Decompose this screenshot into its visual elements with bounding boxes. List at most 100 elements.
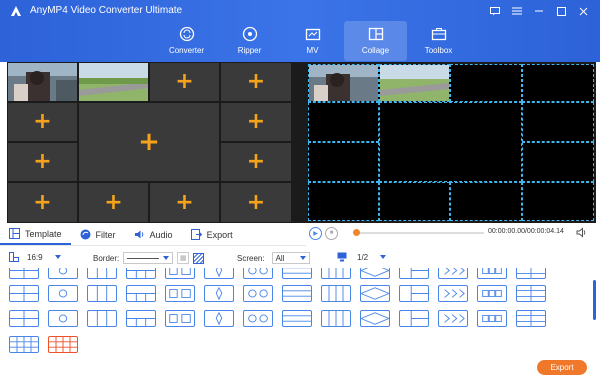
preview-slot <box>379 182 450 221</box>
photo-slot-1[interactable] <box>7 62 78 102</box>
preview-slot <box>450 64 522 102</box>
empty-slot[interactable]: + <box>7 182 78 223</box>
empty-slot[interactable]: + <box>78 102 220 182</box>
empty-slot[interactable]: + <box>149 182 220 223</box>
template-thumbnail[interactable] <box>243 285 273 302</box>
template-thumbnail[interactable] <box>516 310 546 327</box>
empty-slot[interactable]: + <box>78 182 149 223</box>
preview-slot <box>522 102 594 142</box>
template-thumbnail[interactable] <box>9 336 39 353</box>
export-icon <box>190 229 202 240</box>
stop-button[interactable]: ■ <box>325 226 338 240</box>
minimize-icon[interactable] <box>528 3 550 19</box>
template-thumbnail[interactable] <box>477 310 507 327</box>
line-style-preview <box>127 257 160 259</box>
empty-slot[interactable]: + <box>149 62 220 102</box>
page-select[interactable]: 1/2 <box>337 252 387 262</box>
template-thumbnail[interactable] <box>321 310 351 327</box>
empty-slot[interactable]: + <box>7 102 78 142</box>
template-thumbnail[interactable] <box>165 268 195 279</box>
empty-slot[interactable]: + <box>220 142 292 182</box>
template-thumbnail[interactable] <box>126 285 156 302</box>
converter-icon <box>179 26 194 42</box>
nav-converter[interactable]: Converter <box>155 21 218 61</box>
template-thumbnail[interactable] <box>282 268 312 279</box>
template-thumbnail[interactable] <box>399 310 429 327</box>
template-thumbnail[interactable] <box>438 285 468 302</box>
template-thumbnail[interactable] <box>516 268 546 279</box>
seek-knob[interactable] <box>353 229 360 236</box>
ripper-icon <box>242 26 257 42</box>
template-thumbnail[interactable] <box>204 285 234 302</box>
maximize-icon[interactable] <box>550 3 572 19</box>
aspect-ratio-select[interactable]: 16:9 <box>9 252 61 262</box>
template-thumbnail[interactable] <box>282 285 312 302</box>
tab-audio[interactable]: Audio <box>125 224 182 245</box>
border-style-select[interactable] <box>123 252 174 264</box>
template-thumbnail[interactable] <box>9 268 39 279</box>
empty-slot[interactable]: + <box>220 62 292 102</box>
chevron-down-icon <box>163 256 170 260</box>
template-thumbnail[interactable] <box>87 310 117 327</box>
menu-icon[interactable] <box>506 3 528 19</box>
feedback-icon[interactable] <box>484 3 506 19</box>
template-thumbnail[interactable] <box>126 268 156 279</box>
template-thumbnail[interactable] <box>321 285 351 302</box>
template-thumbnail[interactable] <box>438 310 468 327</box>
template-thumbnail[interactable] <box>516 285 546 302</box>
pattern-icon[interactable] <box>193 252 205 264</box>
template-thumbnail[interactable] <box>359 285 391 302</box>
template-thumbnail[interactable] <box>321 268 351 279</box>
nav-collage[interactable]: Collage <box>344 21 407 61</box>
add-media-icon: + <box>246 189 266 215</box>
screen-select[interactable]: All <box>271 252 310 264</box>
play-button[interactable]: ▶ <box>309 226 322 240</box>
template-thumbnail[interactable] <box>48 268 78 279</box>
filter-icon <box>80 229 91 240</box>
export-button[interactable]: Export <box>537 360 587 375</box>
template-thumbnail[interactable] <box>243 268 273 279</box>
preview-slot <box>308 102 379 142</box>
photo-slot-2[interactable] <box>78 62 149 102</box>
nav-ripper[interactable]: Ripper <box>218 21 281 61</box>
template-thumbnail[interactable] <box>204 268 234 279</box>
template-thumbnail[interactable] <box>87 268 117 279</box>
nav-mv[interactable]: MV <box>281 21 344 61</box>
template-thumbnail[interactable] <box>204 310 234 327</box>
template-thumbnail[interactable] <box>48 310 78 327</box>
empty-slot[interactable]: + <box>7 142 78 182</box>
border-color-button[interactable]: ▦ <box>177 252 190 264</box>
preview-player: ▶ ■ 00:00:00.00/00:00:04.14 <box>306 224 596 242</box>
template-thumbnail[interactable] <box>126 310 156 327</box>
close-icon[interactable] <box>572 3 594 19</box>
tab-export[interactable]: Export <box>182 224 242 245</box>
chevron-down-icon <box>380 255 387 259</box>
template-thumbnail[interactable] <box>87 285 117 302</box>
screen-control: Screen: All <box>237 252 310 264</box>
tab-filter[interactable]: Filter <box>71 224 125 245</box>
collage-icon <box>368 27 383 41</box>
template-thumbnail[interactable] <box>399 268 429 279</box>
template-thumbnail[interactable] <box>243 310 273 327</box>
template-thumbnail[interactable] <box>9 285 39 302</box>
template-scrollbar[interactable] <box>593 280 596 320</box>
template-thumbnail[interactable] <box>359 268 391 279</box>
seek-track[interactable] <box>354 232 484 234</box>
template-thumbnail[interactable] <box>165 285 195 302</box>
template-thumbnail[interactable] <box>477 285 507 302</box>
template-thumbnail[interactable] <box>477 268 507 279</box>
border-control: Border: ▦ <box>93 252 205 264</box>
template-thumbnail[interactable] <box>359 310 391 327</box>
empty-slot[interactable]: + <box>220 102 292 142</box>
nav-toolbox[interactable]: Toolbox <box>407 21 470 61</box>
template-thumbnail[interactable] <box>282 310 312 327</box>
template-thumbnail[interactable] <box>9 310 39 327</box>
template-thumbnail[interactable] <box>48 285 78 302</box>
template-thumbnail-selected[interactable] <box>48 336 78 353</box>
empty-slot[interactable]: + <box>220 182 292 223</box>
template-thumbnail[interactable] <box>165 310 195 327</box>
template-thumbnail[interactable] <box>399 285 429 302</box>
tab-template[interactable]: Template <box>0 224 71 245</box>
template-thumbnail[interactable] <box>438 268 468 279</box>
volume-icon[interactable] <box>576 227 587 238</box>
